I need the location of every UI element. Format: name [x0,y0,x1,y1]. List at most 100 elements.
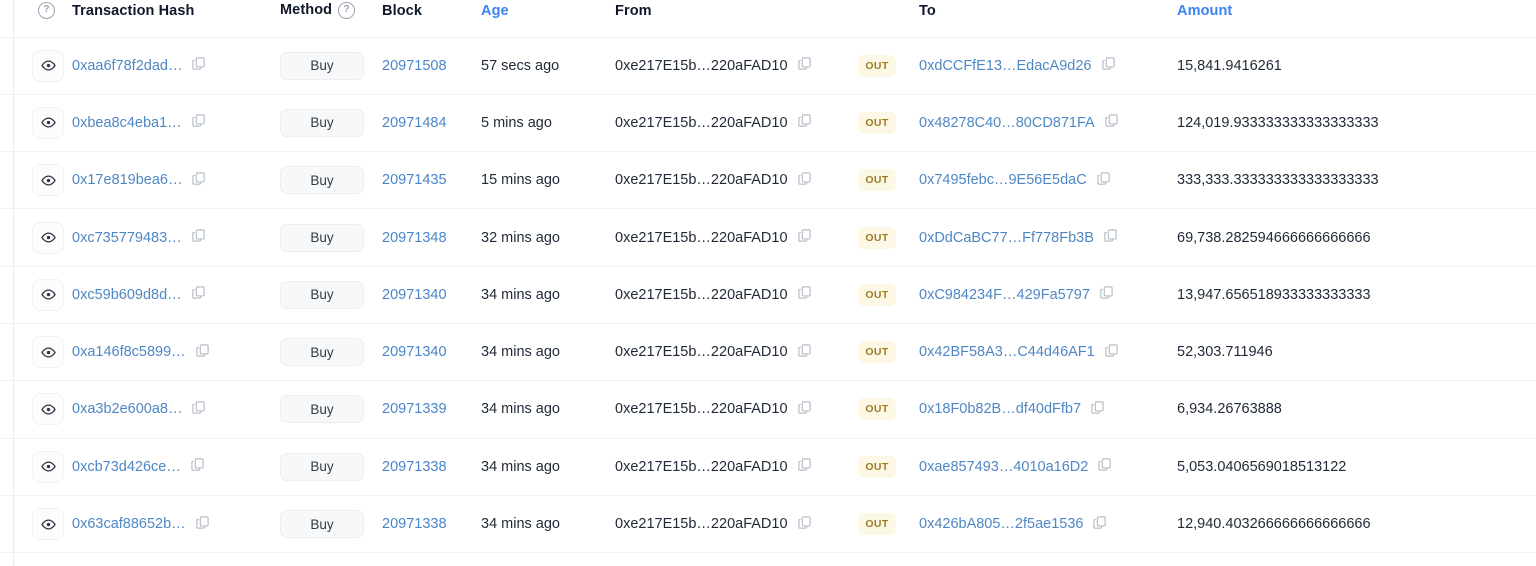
cell-age: 32 mins ago [481,209,615,266]
question-circle-icon[interactable]: ? [338,2,355,19]
to-address-link[interactable]: 0x426bA805…2f5ae1536 [919,516,1083,532]
transactions-table-container: ? Transaction Hash Method ? Block [0,0,1536,566]
transaction-hash-link[interactable]: 0xa146f8c5899… [72,344,186,360]
copy-icon[interactable] [191,113,206,132]
column-header-transaction-hash-label: Transaction Hash [72,3,194,19]
method-badge[interactable]: Buy [280,338,364,366]
transaction-hash-link[interactable]: 0xa3b2e600a8… [72,401,182,417]
cell-amount: 5,053.0406569018513122 [1177,438,1536,495]
column-header-direction [858,0,919,37]
method-badge[interactable]: Buy [280,52,364,80]
transaction-hash-link[interactable]: 0xc59b609d8d… [72,287,182,303]
copy-icon[interactable] [191,171,206,190]
column-header-age[interactable]: Age [481,0,615,37]
eye-icon[interactable] [33,509,63,539]
copy-icon[interactable] [797,343,812,362]
to-address-link[interactable]: 0xDdCaBC77…Ff778Fb3B [919,230,1094,246]
copy-icon[interactable] [1104,113,1119,132]
copy-icon[interactable] [1092,515,1107,534]
method-badge[interactable]: Buy [280,281,364,309]
method-badge[interactable]: Buy [280,395,364,423]
column-header-amount[interactable]: Amount [1177,0,1536,37]
copy-icon[interactable] [191,400,206,419]
copy-icon[interactable] [797,113,812,132]
to-address-link[interactable]: 0xC984234F…429Fa5797 [919,287,1090,303]
cell-from: 0xe217E15b…220aFAD10 [615,152,858,209]
copy-icon[interactable] [191,228,206,247]
block-link[interactable]: 20971338 [382,516,447,532]
copy-icon[interactable] [195,343,210,362]
cell-amount: 6,934.26763888 [1177,381,1536,438]
copy-icon[interactable] [191,285,206,304]
eye-icon[interactable] [33,51,63,81]
cell-direction: OUT [858,438,919,495]
eye-icon[interactable] [33,108,63,138]
copy-icon[interactable] [190,457,205,476]
cell-amount: 52,303.711946 [1177,323,1536,380]
transaction-hash-link[interactable]: 0xc735779483… [72,230,182,246]
copy-icon[interactable] [1097,457,1112,476]
method-badge[interactable]: Buy [280,224,364,252]
cell-to: 0xdCCFfE13…EdacA9d26 [919,37,1177,94]
column-header-block: Block [382,0,481,37]
cell-method: Buy [280,152,382,209]
copy-icon[interactable] [797,228,812,247]
to-address-link[interactable]: 0x48278C40…80CD871FA [919,115,1095,131]
block-link[interactable]: 20971338 [382,459,447,475]
method-badge[interactable]: Buy [280,166,364,194]
to-address-link[interactable]: 0xdCCFfE13…EdacA9d26 [919,58,1092,74]
copy-icon[interactable] [797,457,812,476]
block-link[interactable]: 20971340 [382,287,447,303]
eye-icon[interactable] [33,452,63,482]
transaction-hash-link[interactable]: 0xaa6f78f2dad… [72,58,182,74]
copy-icon[interactable] [1104,343,1119,362]
copy-icon[interactable] [1090,400,1105,419]
copy-icon[interactable] [1101,56,1116,75]
block-link[interactable]: 20971484 [382,115,447,131]
block-link[interactable]: 20971340 [382,344,447,360]
eye-icon[interactable] [33,223,63,253]
copy-icon[interactable] [1096,171,1111,190]
cell-direction: OUT [858,209,919,266]
copy-icon[interactable] [1103,228,1118,247]
copy-icon[interactable] [797,285,812,304]
transaction-hash-link[interactable]: 0x63caf88652b… [72,516,186,532]
eye-icon[interactable] [33,394,63,424]
from-address: 0xe217E15b…220aFAD10 [615,516,788,532]
cell-detail [0,37,72,94]
age-text: 34 mins ago [481,287,560,303]
table-row: 0xcb73d426ce…Buy2097133834 mins ago0xe21… [0,438,1536,495]
transaction-hash-link[interactable]: 0xcb73d426ce… [72,459,181,475]
block-link[interactable]: 20971508 [382,58,447,74]
to-address-link[interactable]: 0x42BF58A3…C44d46AF1 [919,344,1095,360]
copy-icon[interactable] [195,515,210,534]
block-link[interactable]: 20971435 [382,172,447,188]
method-badge[interactable]: Buy [280,453,364,481]
amount-value: 69,738.282594666666666666 [1177,230,1371,246]
block-link[interactable]: 20971348 [382,230,447,246]
column-header-from-label: From [615,3,652,19]
copy-icon[interactable] [191,56,206,75]
eye-icon[interactable] [33,280,63,310]
direction-badge: OUT [858,55,896,77]
to-address-link[interactable]: 0x18F0b82B…df40dFfb7 [919,401,1081,417]
cell-to: 0x48278C40…80CD871FA [919,94,1177,151]
question-circle-icon[interactable]: ? [38,2,55,19]
copy-icon[interactable] [1099,285,1114,304]
eye-icon[interactable] [33,337,63,367]
cell-amount: 124,019.933333333333333333 [1177,94,1536,151]
transaction-hash-link[interactable]: 0xbea8c4eba1… [72,115,182,131]
eye-icon[interactable] [33,165,63,195]
copy-icon[interactable] [797,171,812,190]
copy-icon[interactable] [797,400,812,419]
to-address-link[interactable]: 0xae857493…4010a16D2 [919,459,1088,475]
copy-icon[interactable] [797,56,812,75]
cell-direction: OUT [858,152,919,209]
transaction-hash-link[interactable]: 0x17e819bea6… [72,172,182,188]
to-address-link[interactable]: 0x7495febc…9E56E5daC [919,172,1087,188]
method-badge[interactable]: Buy [280,109,364,137]
method-badge[interactable]: Buy [280,510,364,538]
copy-icon[interactable] [797,515,812,534]
cell-to: 0x18F0b82B…df40dFfb7 [919,381,1177,438]
block-link[interactable]: 20971339 [382,401,447,417]
